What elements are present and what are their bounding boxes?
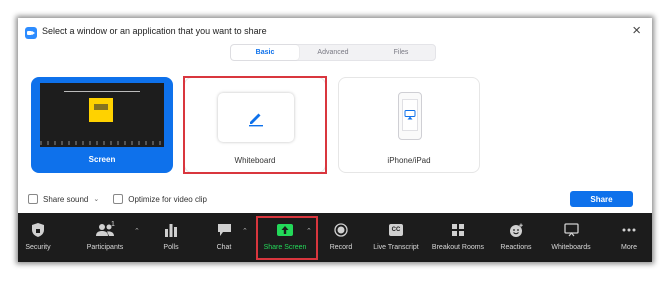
chat-caret-icon[interactable]: ⌃ bbox=[242, 227, 248, 235]
dialog-title: Select a window or an application that y… bbox=[42, 26, 267, 36]
share-screen-button[interactable]: Share Screen bbox=[260, 213, 310, 262]
share-option-iphone-label: iPhone/iPad bbox=[387, 156, 431, 165]
participants-count: 1 bbox=[111, 221, 115, 228]
breakout-rooms-icon bbox=[452, 224, 464, 236]
airplay-icon bbox=[404, 110, 416, 120]
participants-button[interactable]: 1 Participants bbox=[82, 213, 128, 262]
more-dots-icon bbox=[622, 228, 636, 232]
tab-advanced[interactable]: Advanced bbox=[299, 45, 367, 60]
more-label: More bbox=[621, 244, 637, 251]
chat-label: Chat bbox=[216, 244, 232, 251]
share-screen-dialog: Select a window or an application that y… bbox=[18, 18, 652, 262]
reactions-icon bbox=[509, 223, 523, 237]
share-option-whiteboard-label: Whiteboard bbox=[234, 156, 276, 165]
share-button[interactable]: Share bbox=[570, 191, 633, 207]
iphone-icon bbox=[398, 92, 422, 140]
record-icon bbox=[334, 223, 348, 237]
whiteboards-label: Whiteboards bbox=[551, 244, 591, 251]
chat-icon bbox=[217, 224, 231, 236]
live-transcript-label: Live Transcript bbox=[373, 244, 419, 251]
share-option-screen[interactable]: Screen bbox=[31, 77, 173, 173]
tab-files[interactable]: Files bbox=[367, 45, 435, 60]
polls-label: Polls bbox=[163, 244, 179, 251]
security-label: Security bbox=[25, 244, 51, 251]
screen-thumbnail-logo bbox=[89, 98, 113, 122]
whiteboards-button[interactable]: Whiteboards bbox=[548, 213, 594, 262]
share-tabs: Basic Advanced Files bbox=[230, 44, 436, 61]
share-option-iphone[interactable]: iPhone/iPad bbox=[338, 77, 480, 173]
share-screen-label: Share Screen bbox=[263, 244, 307, 251]
share-sound-checkbox[interactable] bbox=[28, 194, 38, 204]
cc-icon: CC bbox=[388, 224, 404, 236]
chevron-down-icon[interactable]: ⌄ bbox=[93, 195, 99, 203]
participants-caret-icon[interactable]: ⌃ bbox=[134, 227, 140, 235]
close-icon[interactable]: × bbox=[632, 23, 641, 38]
chat-button[interactable]: Chat bbox=[212, 213, 236, 262]
share-option-screen-label: Screen bbox=[88, 155, 116, 164]
whiteboard-thumbnail bbox=[218, 93, 294, 142]
reactions-label: Reactions bbox=[500, 244, 532, 251]
reactions-button[interactable]: Reactions bbox=[499, 213, 533, 262]
polls-button[interactable]: Polls bbox=[156, 213, 186, 262]
live-transcript-button[interactable]: CC Live Transcript bbox=[370, 213, 422, 262]
meeting-toolbar: Security 1 Participants ⌃ Polls Chat ⌃ S… bbox=[18, 213, 652, 262]
share-screen-icon bbox=[277, 224, 293, 236]
share-screen-caret-icon[interactable]: ⌃ bbox=[306, 227, 312, 235]
dialog-titlebar: Select a window or an application that y… bbox=[18, 18, 652, 45]
breakout-rooms-button[interactable]: Breakout Rooms bbox=[430, 213, 486, 262]
tab-basic[interactable]: Basic bbox=[231, 45, 299, 60]
zoom-app-icon bbox=[25, 27, 37, 39]
polls-icon bbox=[165, 224, 177, 237]
more-button[interactable]: More bbox=[614, 213, 644, 262]
share-sound-label: Share sound bbox=[43, 194, 89, 204]
breakout-rooms-label: Breakout Rooms bbox=[431, 244, 485, 251]
whiteboard-icon bbox=[563, 223, 579, 237]
optimize-video-label: Optimize for video clip bbox=[128, 194, 207, 204]
participants-label: Participants bbox=[86, 244, 124, 251]
security-button[interactable]: Security bbox=[22, 213, 54, 262]
record-label: Record bbox=[329, 244, 353, 251]
shield-icon bbox=[32, 223, 44, 237]
share-options-row: Share sound ⌄ Optimize for video clip bbox=[28, 194, 207, 204]
share-option-whiteboard[interactable]: Whiteboard bbox=[184, 77, 326, 173]
record-button[interactable]: Record bbox=[326, 213, 356, 262]
pencil-icon bbox=[249, 113, 263, 126]
optimize-video-checkbox[interactable] bbox=[113, 194, 124, 204]
screen-thumbnail bbox=[40, 83, 164, 147]
